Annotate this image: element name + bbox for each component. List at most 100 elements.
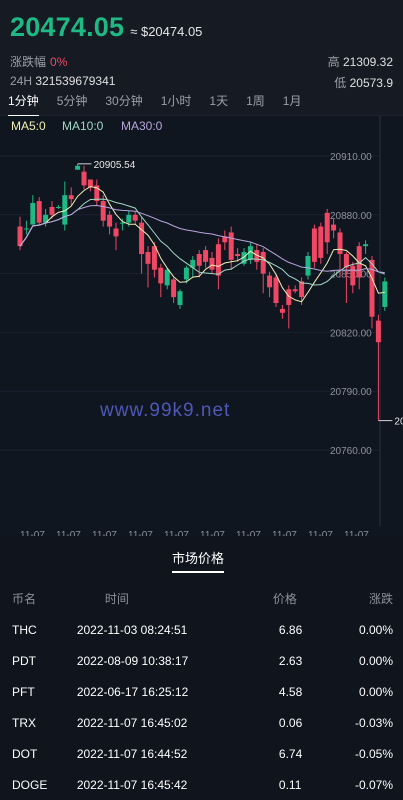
- coin-name: PDT: [12, 653, 36, 668]
- candle-body: [235, 254, 241, 256]
- candle-body: [119, 222, 125, 224]
- candle-body: [151, 246, 157, 270]
- candle-body: [139, 222, 145, 254]
- candle-body: [55, 206, 61, 208]
- candle-body: [107, 214, 113, 227]
- coin-change: -0.07%: [354, 777, 393, 792]
- table-row[interactable]: PDT 2022-08-09 10:38:17 2.63 0.00%: [0, 645, 403, 676]
- candle-body: [215, 244, 221, 276]
- coin-change: -0.03%: [354, 715, 393, 730]
- candle-body: [318, 226, 324, 258]
- max-price-label: 20905.54: [94, 160, 136, 171]
- coin-time: 2022-11-07 16:45:42: [76, 777, 188, 792]
- coin-price: 6.86: [278, 622, 303, 637]
- volume-block: 24H 321539679341: [10, 74, 115, 91]
- interval-tabs: 1分钟 5分钟 30分钟 1小时 1天 1周 1月: [0, 91, 403, 117]
- price-row: 20474.05 ≈ $20474.05: [10, 12, 202, 43]
- ma5-label: MA5:0: [11, 119, 46, 133]
- market-table: 币名 时间 价格 涨跌 THC 2022-11-03 08:24:51 6.86 0.…: [0, 582, 403, 800]
- ma5-line: [19, 186, 385, 303]
- tab-1week[interactable]: 1周: [246, 91, 265, 115]
- coin-name: PFT: [12, 684, 35, 699]
- y-tick-label: 20760.00: [330, 446, 372, 457]
- candlestick-svg[interactable]: MA5:0 MA10:0 MA30:0 20910.0020880.002085…: [0, 116, 403, 526]
- coin-price: 0.06: [278, 715, 303, 730]
- y-tick-label: 20790.00: [330, 387, 372, 398]
- candle-body: [350, 265, 356, 286]
- coin-change: 0.00%: [358, 622, 393, 637]
- col-header-name: 币名: [12, 591, 37, 606]
- candle-body: [363, 244, 369, 247]
- high-value: 21309.32: [342, 55, 393, 69]
- candle-body: [337, 232, 343, 254]
- tab-5min[interactable]: 5分钟: [57, 91, 88, 115]
- market-rows: THC 2022-11-03 08:24:51 6.86 0.00% PDT 2022-…: [0, 614, 403, 800]
- y-tick-label: 20880.00: [330, 211, 372, 222]
- change-label: 涨跌幅: [10, 55, 47, 69]
- change-value: 0%: [50, 55, 68, 69]
- candle-body: [171, 279, 177, 298]
- last-price-label: 207: [394, 417, 403, 428]
- candle-body: [164, 269, 170, 286]
- kline-chart[interactable]: MA5:0 MA10:0 MA30:0 20910.0020880.002085…: [0, 116, 403, 541]
- candle-body: [30, 203, 36, 225]
- coin-name: TRX: [12, 715, 36, 730]
- candle-body: [209, 257, 215, 270]
- candle-body: [375, 320, 381, 343]
- y-tick-label: 20910.00: [330, 152, 372, 163]
- candle-body: [331, 224, 337, 231]
- table-row[interactable]: THC 2022-11-03 08:24:51 6.86 0.00%: [0, 614, 403, 645]
- table-header-row: 币名 时间 价格 涨跌: [0, 582, 403, 614]
- candle-body: [369, 259, 375, 317]
- volume-value: 321539679341: [35, 74, 116, 88]
- coin-time: 2022-11-03 08:24:51: [76, 622, 188, 637]
- tab-1hour[interactable]: 1小时: [161, 91, 192, 115]
- candle-body: [311, 228, 317, 262]
- candle-body: [305, 255, 311, 276]
- candle-body: [273, 277, 279, 303]
- candle-body: [113, 228, 119, 237]
- coin-change: -0.05%: [354, 746, 393, 761]
- candle-body: [126, 214, 132, 223]
- coin-name: THC: [12, 622, 37, 637]
- tab-30min[interactable]: 30分钟: [105, 91, 142, 115]
- candle-body: [75, 165, 81, 170]
- ma30-label: MA30:0: [121, 119, 163, 133]
- table-row[interactable]: DOGE 2022-11-07 16:45:42 0.11 -0.07%: [0, 769, 403, 800]
- volume-label: 24H: [10, 74, 33, 88]
- coin-price: 2.63: [278, 653, 303, 668]
- table-row[interactable]: DOT 2022-11-07 16:44:52 6.74 -0.05%: [0, 738, 403, 769]
- candle-body: [324, 212, 330, 243]
- tab-1month[interactable]: 1月: [283, 91, 302, 115]
- candle-body: [132, 214, 138, 221]
- table-row[interactable]: PFT 2022-06-17 16:25:12 4.58 0.00%: [0, 676, 403, 707]
- coin-price: 4.58: [278, 684, 303, 699]
- tab-1min[interactable]: 1分钟: [8, 91, 39, 117]
- market-title[interactable]: 市场价格: [172, 548, 225, 573]
- coin-price: 0.11: [278, 777, 302, 792]
- y-tick-label: 20820.00: [330, 328, 372, 339]
- watermark-text: www.99k9.net: [100, 400, 231, 421]
- change-high-row: 涨跌幅 0% 高 21309.32: [10, 53, 393, 70]
- candle-body: [68, 195, 74, 200]
- tab-1day[interactable]: 1天: [209, 91, 228, 115]
- market-section-header: 市场价格: [0, 536, 403, 582]
- usd-approx-price: ≈ $20474.05: [130, 24, 203, 39]
- coin-name: DOT: [12, 746, 38, 761]
- candle-body: [267, 275, 273, 288]
- coin-price: 6.74: [278, 746, 303, 761]
- coin-change: 0.00%: [358, 684, 393, 699]
- candle-body: [177, 291, 183, 305]
- candle-body: [299, 281, 305, 298]
- col-header-time: 时间: [104, 591, 129, 606]
- candle-body: [183, 267, 189, 280]
- candle-body: [292, 289, 298, 292]
- candle-body: [49, 206, 55, 215]
- col-header-price: 价格: [272, 591, 297, 606]
- high-label: 高: [327, 55, 340, 69]
- coin-time: 2022-06-17 16:25:12: [76, 684, 189, 699]
- candle-body: [100, 201, 106, 221]
- change-block: 涨跌幅 0%: [10, 53, 67, 70]
- table-row[interactable]: TRX 2022-11-07 16:45:02 0.06 -0.03%: [0, 707, 403, 738]
- coin-time: 2022-08-09 10:38:17: [76, 653, 189, 668]
